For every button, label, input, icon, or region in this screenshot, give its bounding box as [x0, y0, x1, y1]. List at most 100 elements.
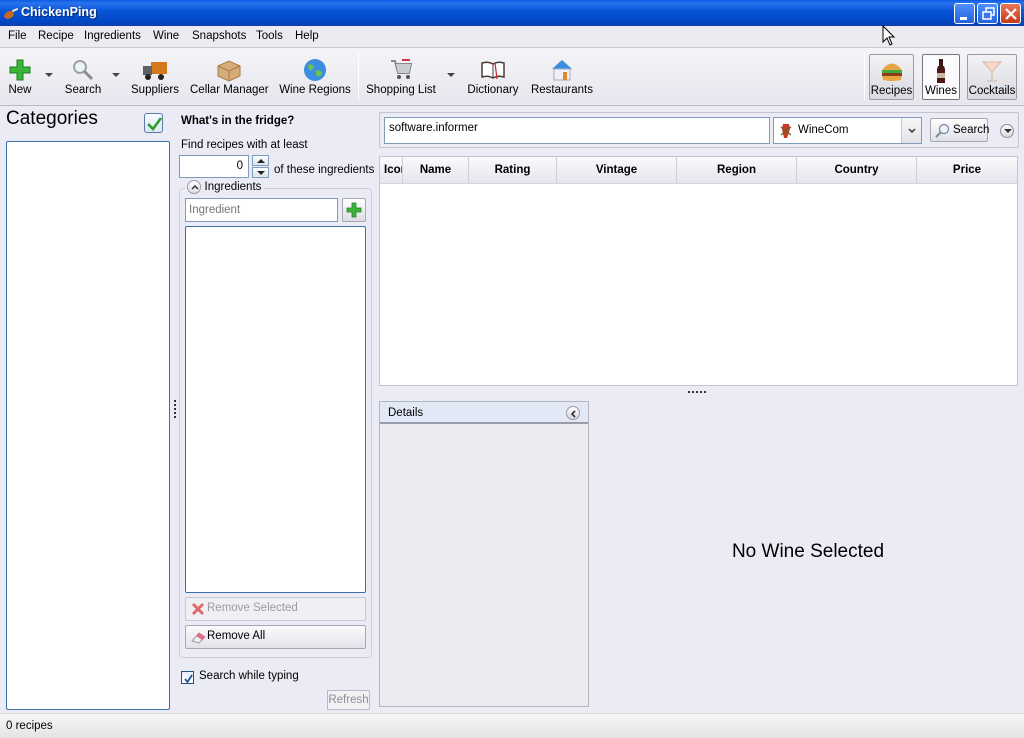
source-value: WineCom: [798, 124, 849, 136]
collapse-details-button[interactable]: [566, 406, 580, 420]
close-button[interactable]: [1000, 3, 1021, 24]
window-title: ChickenPing: [21, 5, 97, 19]
mode-cocktails-button[interactable]: Cocktails: [967, 54, 1017, 100]
chevron-down-icon: [908, 128, 916, 134]
of-these-ingredients-label: of these ingredients: [274, 164, 375, 176]
no-wine-selected-message: No Wine Selected: [731, 541, 885, 562]
add-ingredient-button[interactable]: [342, 198, 366, 222]
menu-ingredients[interactable]: Ingredients: [84, 30, 141, 42]
min-ingredients-spinner[interactable]: 0: [179, 155, 249, 178]
truck-icon: [143, 62, 167, 80]
search-button-label: Search: [953, 124, 990, 136]
details-panel: Details: [379, 401, 589, 707]
column-header-region[interactable]: Region: [677, 157, 797, 183]
vertical-splitter[interactable]: [171, 108, 178, 712]
ingredient-input[interactable]: [185, 198, 338, 222]
toolbar-separator: [358, 52, 359, 100]
restaurants-label: Restaurants: [530, 84, 593, 96]
column-header-vintage[interactable]: Vintage: [557, 157, 677, 183]
column-header-name[interactable]: Name: [403, 157, 469, 183]
column-header-icon[interactable]: Icon: [380, 157, 403, 183]
shopping-list-dropdown-arrow[interactable]: [447, 73, 455, 77]
column-header-price[interactable]: Price: [917, 157, 1017, 183]
remove-all-label: Remove All: [207, 630, 266, 642]
dictionary-label: Dictionary: [467, 84, 519, 96]
cart-icon: [391, 59, 413, 79]
dictionary-button[interactable]: Dictionary: [466, 48, 520, 104]
menu-recipe[interactable]: Recipe: [38, 30, 74, 42]
wine-search-button[interactable]: Search: [930, 118, 990, 142]
menu-file[interactable]: File: [8, 30, 27, 42]
cellar-manager-button[interactable]: Cellar Manager: [190, 48, 269, 104]
mode-recipes-button[interactable]: Recipes: [869, 54, 914, 100]
menu-snapshots[interactable]: Snapshots: [192, 30, 246, 42]
fridge-title: What's in the fridge?: [181, 115, 295, 127]
splitter-grip: [174, 400, 176, 418]
remove-selected-label: Remove Selected: [207, 602, 298, 614]
remove-all-button[interactable]: Remove All: [185, 625, 366, 649]
chevron-left-icon: [570, 410, 576, 418]
wine-regions-button[interactable]: Wine Regions: [279, 48, 351, 104]
menu-wine[interactable]: Wine: [153, 30, 179, 42]
categories-checkbox[interactable]: [144, 113, 163, 133]
column-header-rating[interactable]: Rating: [469, 157, 557, 183]
restore-icon: [982, 7, 995, 20]
wines-label: Wines: [925, 85, 957, 97]
globe-icon: [304, 59, 326, 81]
magnifier-icon: [935, 123, 950, 138]
chevron-up-icon: [191, 184, 199, 190]
new-button[interactable]: New: [4, 48, 36, 104]
house-icon: [552, 60, 572, 81]
new-label: New: [8, 84, 32, 96]
spin-up-button[interactable]: [252, 155, 269, 166]
chicken-leg-icon: [4, 7, 19, 19]
mouse-cursor-icon: [882, 25, 896, 46]
mode-wines-button[interactable]: Wines: [922, 54, 960, 100]
arrow-up-icon: [257, 159, 265, 163]
status-text: 0 recipes: [6, 720, 53, 732]
categories-list[interactable]: [6, 141, 170, 710]
wine-results-table[interactable]: Icon Name Rating Vintage Region Country …: [379, 156, 1018, 386]
toolbar: New Search Suppliers Cellar Manager Wine…: [0, 48, 1024, 106]
spin-down-button[interactable]: [252, 167, 269, 178]
arrow-down-icon: [257, 171, 265, 175]
red-x-icon: [191, 602, 205, 616]
remove-selected-button[interactable]: Remove Selected: [185, 597, 366, 621]
column-header-country[interactable]: Country: [797, 157, 917, 183]
wine-regions-label: Wine Regions: [279, 84, 351, 96]
horizontal-splitter[interactable]: [688, 391, 708, 393]
box-icon: [217, 60, 241, 82]
new-dropdown-arrow[interactable]: [45, 73, 53, 77]
shopping-list-button[interactable]: Shopping List: [366, 48, 436, 104]
search-options-button[interactable]: [1000, 124, 1014, 138]
search-while-typing-label: Search while typing: [199, 670, 299, 682]
details-header: Details: [380, 402, 588, 424]
source-select[interactable]: WineCom: [773, 117, 922, 144]
book-icon: [481, 61, 505, 80]
collapse-ingredients-button[interactable]: [187, 180, 201, 194]
ingredients-group-label: Ingredients: [204, 181, 262, 193]
magnifier-icon: [73, 60, 94, 81]
checkmark-icon: [147, 117, 163, 131]
cellar-manager-label: Cellar Manager: [190, 84, 269, 96]
menu-help[interactable]: Help: [295, 30, 319, 42]
search-dropdown-arrow[interactable]: [112, 73, 120, 77]
close-icon: [1005, 8, 1017, 20]
chevron-down-icon: [1004, 129, 1012, 133]
ingredients-list[interactable]: [185, 226, 366, 593]
refresh-button[interactable]: Refresh: [327, 690, 370, 710]
table-header: Icon Name Rating Vintage Region Country …: [380, 157, 1017, 184]
menu-tools[interactable]: Tools: [256, 30, 283, 42]
wine-search-input[interactable]: software.informer: [384, 117, 770, 144]
suppliers-button[interactable]: Suppliers: [130, 48, 180, 104]
plus-icon: [346, 202, 362, 218]
restore-button[interactable]: [977, 3, 998, 24]
source-dropdown-button[interactable]: [901, 118, 921, 143]
minimize-button[interactable]: [954, 3, 975, 24]
wine-bottle-icon: [937, 59, 945, 83]
burger-icon: [881, 63, 902, 81]
recipes-label: Recipes: [870, 85, 913, 97]
restaurants-button[interactable]: Restaurants: [530, 48, 594, 104]
search-toolbar-button[interactable]: Search: [62, 48, 104, 104]
search-while-typing-checkbox[interactable]: [181, 671, 194, 684]
